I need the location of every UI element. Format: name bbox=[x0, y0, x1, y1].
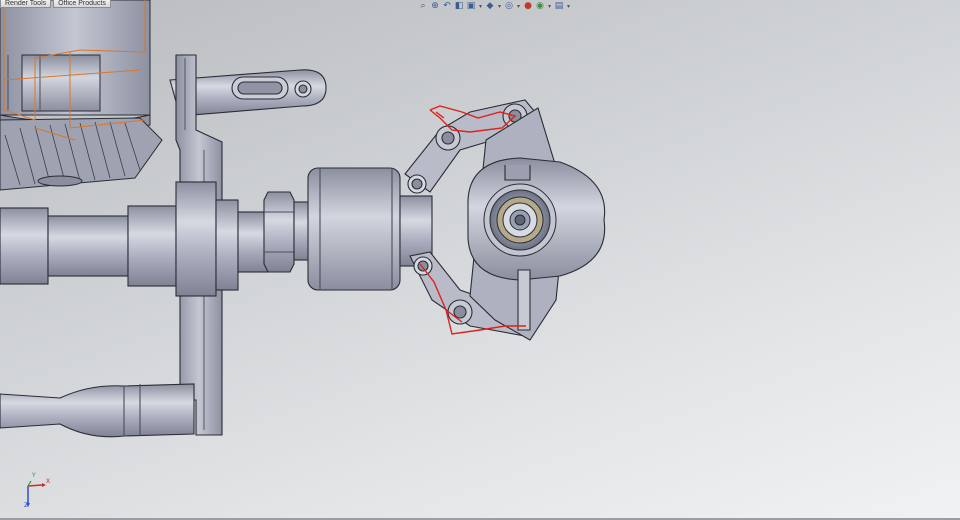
drive-shaft[interactable] bbox=[0, 167, 433, 297]
display-style-dropdown-icon[interactable]: ▾ bbox=[497, 3, 502, 10]
command-manager-tabs: Render Tools Office Products bbox=[0, 0, 113, 8]
heads-up-view-toolbar: ⌕ ⊕ ↶ ◧ ▣ ▾ ◆ ▾ ◎ ▾ ● ◉ ▾ ▤ ▾ bbox=[418, 0, 571, 12]
apply-scene-icon[interactable]: ◉ bbox=[535, 1, 545, 11]
view-orientation-icon[interactable]: ▣ bbox=[466, 1, 476, 11]
section-view-icon[interactable]: ◧ bbox=[454, 1, 464, 11]
gear-housing[interactable] bbox=[0, 0, 151, 133]
edit-appearance-icon[interactable]: ● bbox=[523, 1, 533, 11]
previous-view-icon[interactable]: ↶ bbox=[442, 1, 452, 11]
triad-z-label: Z bbox=[24, 502, 29, 509]
apply-scene-dropdown-icon[interactable]: ▾ bbox=[547, 3, 552, 10]
triad-y-label: Y bbox=[32, 472, 36, 479]
graphics-area[interactable]: Render Tools Office Products ⌕ ⊕ ↶ ◧ ▣ ▾… bbox=[0, 0, 960, 520]
zoom-to-fit-icon[interactable]: ⌕ bbox=[418, 1, 428, 11]
view-settings-dropdown-icon[interactable]: ▾ bbox=[566, 3, 571, 10]
wheel-bearing[interactable] bbox=[483, 183, 557, 257]
bevel-gear[interactable] bbox=[0, 117, 163, 191]
triad-x-label: X bbox=[46, 478, 51, 485]
tab-office-products[interactable]: Office Products bbox=[53, 0, 111, 8]
tab-render-tools[interactable]: Render Tools bbox=[0, 0, 52, 8]
view-settings-icon[interactable]: ▤ bbox=[554, 1, 564, 11]
display-style-icon[interactable]: ◆ bbox=[485, 1, 495, 11]
lower-rod[interactable] bbox=[0, 383, 195, 438]
view-orientation-dropdown-icon[interactable]: ▾ bbox=[478, 3, 483, 10]
reference-triad: X Y Z bbox=[18, 472, 52, 510]
triad-x-axis bbox=[27, 484, 43, 487]
hide-show-items-icon[interactable]: ◎ bbox=[504, 1, 514, 11]
hide-show-dropdown-icon[interactable]: ▾ bbox=[516, 3, 521, 10]
zoom-to-area-icon[interactable]: ⊕ bbox=[430, 1, 440, 11]
cad-model[interactable] bbox=[0, 0, 960, 520]
